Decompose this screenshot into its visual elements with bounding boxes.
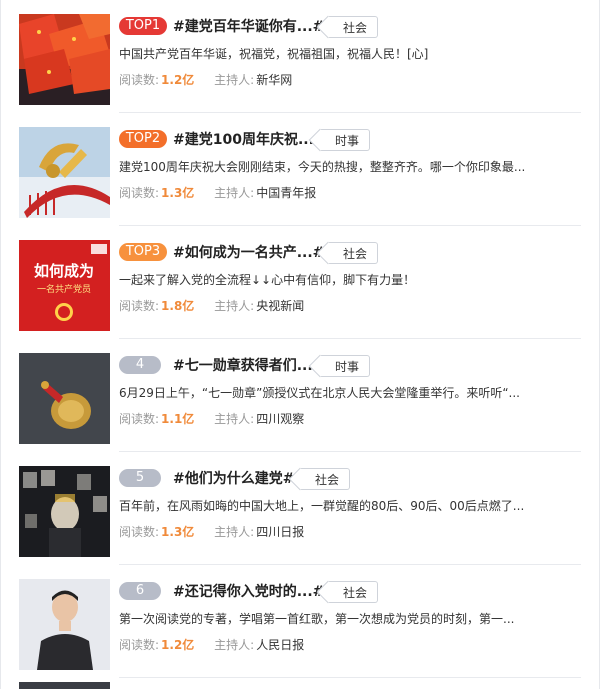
host-name[interactable]: 四川日报	[256, 525, 304, 539]
party-emblem-thumbnail[interactable]	[19, 127, 110, 218]
host-name[interactable]: 中国青年报	[256, 186, 316, 200]
read-count-label: 阅读数:	[119, 412, 160, 426]
category-tag-label: 社会	[343, 247, 368, 261]
red-flags-thumbnail[interactable]	[19, 14, 110, 105]
poster-subline: 一名共产党员	[37, 283, 91, 295]
young-man-portrait-thumbnail[interactable]	[19, 579, 110, 670]
topic-description: 6月29日上午，“七一勋章”颁授仪式在北京人民大会堂隆重举行。来听听“...	[119, 386, 521, 400]
divider	[119, 677, 581, 678]
read-count-value: 1.3亿	[161, 525, 195, 539]
host-label: 主持人:	[214, 186, 255, 200]
list-item[interactable]: 4 #七一勋章获得者们...# 时事 6月29日上午，“七一勋章”颁授仪式在北京…	[1, 339, 599, 452]
topic-title[interactable]: #他们为什么建党#	[173, 468, 294, 488]
topic-meta: 阅读数: 1.3亿 主持人: 四川日报	[119, 523, 304, 540]
host-label: 主持人:	[214, 299, 255, 313]
read-count-value: 1.2亿	[161, 638, 195, 652]
read-count-value: 1.1亿	[161, 412, 195, 426]
topic-description: 百年前，在风雨如晦的中国大地上，一群觉醒的80后、90后、00后点燃了...	[119, 499, 525, 513]
medal-thumbnail[interactable]	[19, 353, 110, 444]
list-item[interactable]: 如何成为 一名共产党员 TOP3 #如何成为一名共产...# 社会 一起来了解入…	[1, 226, 599, 339]
read-count-label: 阅读数:	[119, 186, 160, 200]
topic-meta: 阅读数: 1.1亿 主持人: 四川观察	[119, 410, 304, 427]
red-poster-thumbnail[interactable]: 如何成为 一名共产党员	[19, 240, 110, 331]
host-name[interactable]: 央视新闻	[256, 299, 304, 313]
list-item[interactable]: TOP1 #建党百年华诞你有...# 社会 中国共产党百年华诞，祝福党，祝福祖国…	[1, 0, 599, 113]
category-tag-label: 社会	[315, 473, 340, 487]
topic-title[interactable]: #七一勋章获得者们...#	[173, 355, 324, 375]
host-label: 主持人:	[214, 638, 255, 652]
category-tag[interactable]: 社会	[300, 468, 351, 490]
list-item[interactable]: TOP2 #建党100周年庆祝...# 时事 建党100周年庆祝大会刚刚结束，今…	[1, 113, 599, 226]
category-tag-label: 社会	[343, 586, 368, 600]
category-tag[interactable]: 社会	[328, 581, 379, 603]
host-label: 主持人:	[214, 525, 255, 539]
topic-title[interactable]: #建党百年华诞你有...#	[173, 16, 324, 36]
rank-badge: TOP3	[119, 243, 167, 261]
host-label: 主持人:	[214, 73, 255, 87]
read-count-label: 阅读数:	[119, 73, 160, 87]
host-name[interactable]: 新华网	[256, 73, 292, 87]
poster-headline: 如何成为	[34, 262, 94, 280]
topic-ranking-list: TOP1 #建党百年华诞你有...# 社会 中国共产党百年华诞，祝福党，祝福祖国…	[0, 0, 600, 689]
topic-description: 建党100周年庆祝大会刚刚结束，今天的热搜，整整齐齐。哪一个你印象最...	[119, 160, 526, 174]
read-count-label: 阅读数:	[119, 299, 160, 313]
read-count-value: 1.3亿	[161, 186, 195, 200]
topic-meta: 阅读数: 1.8亿 主持人: 央视新闻	[119, 297, 304, 314]
host-name[interactable]: 人民日报	[256, 638, 304, 652]
rank-badge: 6	[119, 582, 161, 600]
host-label: 主持人:	[214, 412, 255, 426]
category-tag[interactable]: 时事	[320, 129, 371, 151]
rank-badge: TOP2	[119, 130, 167, 148]
historical-portraits-thumbnail[interactable]	[19, 466, 110, 557]
topic-meta: 阅读数: 1.2亿 主持人: 新华网	[119, 71, 292, 88]
read-count-label: 阅读数:	[119, 638, 160, 652]
topic-title[interactable]: #还记得你入党时的...#	[173, 581, 324, 601]
topic-description: 第一次阅读党的专著，学唱第一首红歌，第一次想成为党员的时刻，第一...	[119, 612, 515, 626]
topic-meta: 阅读数: 1.3亿 主持人: 中国青年报	[119, 184, 316, 201]
rank-badge: TOP1	[119, 17, 167, 35]
category-tag-label: 社会	[343, 21, 368, 35]
category-tag[interactable]: 社会	[328, 16, 379, 38]
read-count-label: 阅读数:	[119, 525, 160, 539]
read-count-value: 1.8亿	[161, 299, 195, 313]
category-tag-label: 时事	[335, 360, 360, 374]
topic-description: 一起来了解入党的全流程↓↓心中有信仰，脚下有力量！	[119, 273, 416, 287]
topic-meta: 阅读数: 1.2亿 主持人: 人民日报	[119, 636, 304, 653]
rank-badge: 4	[119, 356, 161, 374]
topic-description: 中国共产党百年华诞，祝福党，祝福祖国，祝福人民！[心]	[119, 47, 429, 61]
host-name[interactable]: 四川观察	[256, 412, 304, 426]
read-count-value: 1.2亿	[161, 73, 195, 87]
topic-title[interactable]: #如何成为一名共产...#	[173, 242, 324, 262]
list-item[interactable]: 6 #还记得你入党时的...# 社会 第一次阅读党的专著，学唱第一首红歌，第一次…	[1, 565, 599, 678]
category-tag-label: 时事	[335, 134, 360, 148]
topic-title[interactable]: #建党100周年庆祝...#	[173, 129, 326, 149]
rank-badge: 5	[119, 469, 161, 487]
category-tag[interactable]: 时事	[320, 355, 371, 377]
list-item[interactable]: 5 #他们为什么建党# 社会 百年前，在风雨如晦的中国大地上，一群觉醒的80后、…	[1, 452, 599, 565]
category-tag[interactable]: 社会	[328, 242, 379, 264]
next-item-thumbnail-partial	[19, 682, 110, 689]
